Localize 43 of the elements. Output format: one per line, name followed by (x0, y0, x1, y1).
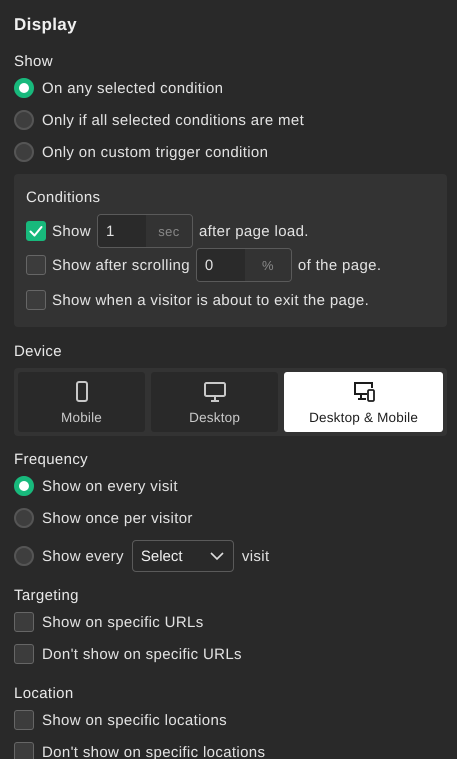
device-option[interactable]: Desktop (151, 372, 278, 432)
checkbox[interactable] (14, 644, 34, 664)
option-label: Show when a visitor is about to exit the page. (52, 292, 370, 308)
option-label: Don't show on specific URLs (42, 646, 242, 662)
radio-button[interactable] (14, 508, 34, 528)
checkbox[interactable] (26, 290, 46, 310)
radio-button[interactable] (14, 110, 34, 130)
section-label: Targeting (14, 586, 80, 606)
option-label: Show on specific URLs (42, 614, 204, 630)
checkbox[interactable] (14, 612, 34, 632)
section-title: Display (14, 14, 78, 36)
radio-button[interactable] (14, 78, 34, 98)
radio-button[interactable] (14, 546, 34, 566)
checkbox[interactable] (26, 255, 46, 275)
section-label: Location (14, 684, 75, 704)
option-label: visit (242, 548, 270, 564)
section-label: Show (14, 52, 54, 72)
device-option[interactable]: Desktop & Mobile (284, 372, 443, 432)
number-field[interactable]: 1 sec (96, 214, 193, 248)
checkbox[interactable] (14, 710, 34, 730)
option-label: Only if all selected conditions are met (42, 112, 304, 128)
select-dropdown[interactable]: Select (132, 540, 234, 572)
option-label: Show after scrolling (52, 256, 190, 274)
monitor-icon (202, 380, 227, 404)
section-label: Device (14, 342, 63, 362)
option-label: Show on specific locations (42, 712, 228, 728)
option-label: Show on every visit (42, 478, 178, 494)
option-label: of the page. (298, 256, 382, 274)
radio-button[interactable] (14, 142, 34, 162)
radio-button[interactable] (14, 476, 34, 496)
panel-title: Conditions (26, 188, 102, 208)
checkbox[interactable] (26, 221, 46, 241)
number-field[interactable]: 0 % (196, 248, 292, 282)
option-label: Show every (42, 548, 124, 564)
monitor-phone-icon (352, 380, 376, 404)
section-label: Frequency (14, 450, 90, 470)
option-label: On any selected condition (42, 80, 224, 96)
option-label: Only on custom trigger condition (42, 144, 268, 160)
checkbox[interactable] (14, 742, 34, 759)
device-option[interactable]: Mobile (18, 372, 146, 432)
option-label: after page load. (198, 222, 309, 240)
option-label: Show (52, 222, 91, 240)
option-label: Show once per visitor (42, 510, 193, 526)
